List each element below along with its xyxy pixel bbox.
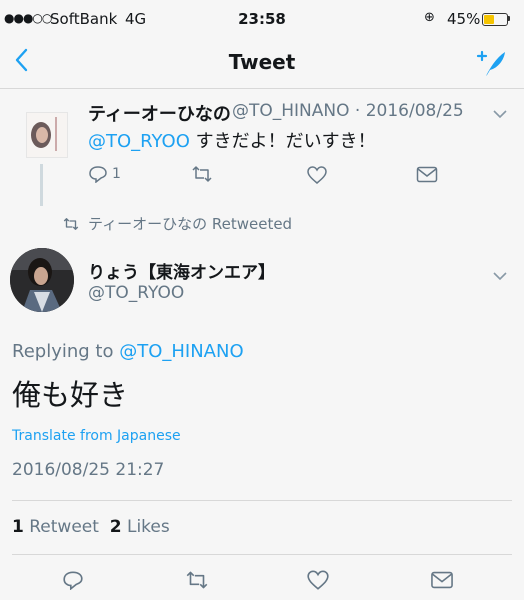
retweet-context: ティーオーひなの Retweeted	[62, 213, 292, 234]
chevron-down-icon	[493, 110, 507, 119]
retweet-context-label: ティーオーひなの Retweeted	[88, 215, 293, 233]
parent-dm-button[interactable]	[416, 166, 438, 183]
divider	[12, 500, 512, 501]
parent-avatar[interactable]	[26, 112, 68, 158]
main-tweet-text: 俺も好き	[12, 378, 129, 412]
battery-icon	[482, 13, 508, 26]
page-title: Tweet	[228, 50, 296, 74]
parent-avatar-image	[27, 113, 67, 157]
divider	[12, 554, 512, 555]
retweets-count: 1	[12, 517, 24, 537]
parent-reply-button[interactable]: 1	[88, 165, 121, 183]
parent-text-body: すきだよ！だいすき！	[189, 131, 376, 152]
main-avatar-image	[10, 248, 74, 312]
retweet-icon	[186, 571, 208, 589]
battery-cap	[508, 16, 510, 21]
battery-fill	[484, 15, 494, 24]
clock: 23:58	[238, 10, 286, 28]
envelope-icon	[431, 571, 453, 589]
main-avatar[interactable]	[10, 248, 74, 312]
likes-label: Likes	[121, 517, 170, 537]
parent-tweet-text: @TO_RYOO すきだよ！だいすき！	[88, 127, 376, 153]
heart-icon	[307, 166, 327, 184]
mention-link[interactable]: @TO_RYOO	[88, 131, 190, 152]
heart-icon	[307, 570, 329, 590]
like-button[interactable]	[306, 569, 330, 591]
parent-menu-button[interactable]	[492, 104, 508, 123]
dm-button[interactable]	[430, 571, 454, 589]
retweet-button[interactable]	[184, 570, 210, 590]
compose-tweet-button[interactable]	[474, 48, 508, 84]
replying-prefix: Replying to	[12, 341, 120, 362]
parent-handle-date: @TO_HINANO · 2016/08/25	[232, 101, 464, 121]
parent-like-button[interactable]	[306, 165, 328, 185]
thread-connector	[40, 164, 43, 206]
engagement-stats[interactable]: 1 Retweet 2 Likes	[12, 517, 170, 537]
main-menu-button[interactable]	[492, 266, 508, 285]
retweet-icon	[192, 166, 212, 182]
envelope-icon	[416, 166, 438, 183]
rotation-lock-icon: ⊕	[424, 10, 435, 25]
main-author-name[interactable]: りょう【東海オンエア】	[88, 258, 275, 283]
replying-to-link[interactable]: @TO_HINANO	[119, 341, 243, 362]
parent-author-name[interactable]: ティーオーひなの	[88, 100, 231, 126]
battery-percent: 45%	[447, 10, 481, 28]
retweet-icon	[63, 217, 79, 230]
parent-retweet-button[interactable]	[190, 165, 214, 183]
reply-icon	[89, 166, 107, 183]
main-author-handle[interactable]: @TO_RYOO	[88, 283, 184, 303]
reply-button[interactable]	[62, 570, 84, 590]
status-bar: ●●●○○ SoftBank 4G 23:58 ⊕ 45%	[0, 0, 524, 40]
reply-icon	[63, 571, 83, 590]
replying-to: Replying to @TO_HINANO	[12, 341, 244, 362]
compose-tweet-icon	[476, 50, 505, 76]
retweets-label: Retweet	[23, 517, 99, 537]
chevron-down-icon	[493, 272, 507, 281]
likes-count: 2	[109, 517, 122, 537]
translate-link[interactable]: Translate from Japanese	[12, 428, 181, 444]
tweet-timestamp: 2016/08/25 21:27	[12, 460, 165, 480]
nav-bar: Tweet	[0, 40, 524, 89]
reply-count: 1	[112, 166, 121, 182]
